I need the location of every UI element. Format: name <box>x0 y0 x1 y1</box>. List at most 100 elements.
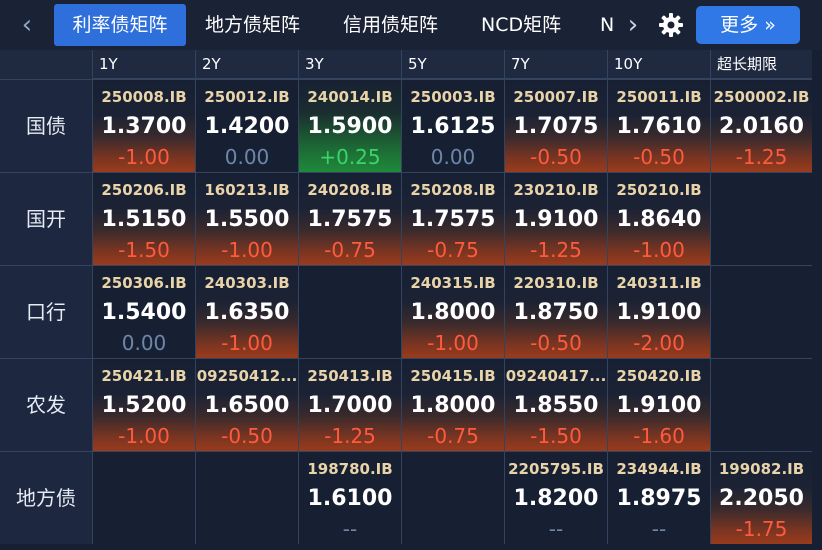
matrix-cell[interactable]: 2500002.IB 2.0160 -1.25 <box>710 79 812 172</box>
bond-yield: 1.7575 <box>410 207 496 232</box>
matrix-cell[interactable]: 250206.IB 1.5150 -1.50 <box>92 172 195 265</box>
bond-yield: 1.5900 <box>307 114 393 139</box>
bond-code: 240014.IB <box>307 88 393 106</box>
tab-label-truncated: N <box>600 14 615 36</box>
column-header: 超长期限 <box>710 50 812 79</box>
yield-change: -1.25 <box>530 238 582 262</box>
bond-yield: 1.8640 <box>616 207 702 232</box>
bond-yield: 2.0160 <box>719 114 804 139</box>
bond-yield: 1.4200 <box>204 114 290 139</box>
bond-yield: 1.6125 <box>410 114 496 139</box>
tab-label: 地方债矩阵 <box>205 14 301 36</box>
empty-matrix-cell <box>298 265 401 358</box>
yield-change: -2.00 <box>633 331 685 355</box>
yield-change: -0.75 <box>427 424 479 448</box>
bond-code: 240311.IB <box>616 274 702 292</box>
column-header: 7Y <box>504 50 607 79</box>
bond-code: 250011.IB <box>616 88 702 106</box>
bond-code: 09250412... <box>196 367 298 385</box>
chevron-left-icon[interactable]: ‹ <box>10 8 44 42</box>
gear-icon[interactable] <box>656 10 686 40</box>
matrix-cell[interactable]: 250421.IB 1.5200 -1.00 <box>92 358 195 451</box>
bond-yield: 1.8000 <box>410 393 496 418</box>
bond-yield: 1.9100 <box>616 393 702 418</box>
bond-code: 250008.IB <box>101 88 187 106</box>
matrix-cell[interactable]: 09240417... 1.8550 -1.50 <box>504 358 607 451</box>
rate-bond-matrix-app: ‹ 利率债矩阵 地方债矩阵 信用债矩阵 NCD矩阵 N › 更多 » 1Y 2Y… <box>0 0 822 550</box>
bond-code: 234944.IB <box>616 460 702 478</box>
bond-yield: 1.6350 <box>204 300 290 325</box>
bond-yield: 1.5400 <box>101 300 187 325</box>
matrix-cell[interactable]: 250210.IB 1.8640 -1.00 <box>607 172 710 265</box>
bond-yield: 1.7575 <box>307 207 393 232</box>
bond-yield: 1.5150 <box>101 207 187 232</box>
bond-code: 230210.IB <box>513 181 599 199</box>
tab-local-bond-matrix[interactable]: 地方债矩阵 <box>205 4 317 46</box>
tab-label: NCD矩阵 <box>481 14 562 36</box>
matrix-cell[interactable]: 240303.IB 1.6350 -1.00 <box>195 265 298 358</box>
empty-matrix-cell <box>710 358 812 451</box>
bond-code: 220310.IB <box>513 274 599 292</box>
matrix-cell[interactable]: 199082.IB 2.2050 -1.75 <box>710 451 812 544</box>
bond-code: 250415.IB <box>410 367 496 385</box>
bond-code: 250012.IB <box>204 88 290 106</box>
more-button[interactable]: 更多 » <box>696 6 800 44</box>
tab-ncd-matrix[interactable]: NCD矩阵 <box>481 4 581 46</box>
matrix-cell[interactable]: 230210.IB 1.9100 -1.25 <box>504 172 607 265</box>
yield-change: -1.75 <box>735 517 788 541</box>
matrix-cell[interactable]: 250007.IB 1.7075 -0.50 <box>504 79 607 172</box>
yield-change: -1.25 <box>324 424 376 448</box>
yield-change: -0.50 <box>633 145 685 169</box>
yield-change: -0.50 <box>530 145 582 169</box>
bond-yield: 2.2050 <box>719 486 804 511</box>
matrix-cell[interactable]: 234944.IB 1.8975 -- <box>607 451 710 544</box>
matrix-corner <box>0 50 92 80</box>
bond-yield: 1.7075 <box>513 114 599 139</box>
matrix-cell[interactable]: 2205795.IB 1.8200 -- <box>504 451 607 544</box>
bond-code: 2205795.IB <box>508 460 604 478</box>
row-label: 农发 <box>0 358 92 451</box>
matrix-cell[interactable]: 240208.IB 1.7575 -0.75 <box>298 172 401 265</box>
top-tab-bar: ‹ 利率债矩阵 地方债矩阵 信用债矩阵 NCD矩阵 N › 更多 » <box>0 0 822 50</box>
row-label: 地方债 <box>0 451 92 544</box>
tab-credit-bond-matrix[interactable]: 信用债矩阵 <box>343 4 455 46</box>
yield-change: 0.00 <box>430 145 476 169</box>
matrix-cell[interactable]: 250008.IB 1.3700 -1.00 <box>92 79 195 172</box>
tab-rate-bond-matrix[interactable]: 利率债矩阵 <box>54 4 186 46</box>
yield-change: -- <box>651 517 667 541</box>
yield-change: -1.00 <box>118 424 170 448</box>
yield-change: -1.00 <box>221 331 273 355</box>
matrix-cell[interactable]: 250011.IB 1.7610 -0.50 <box>607 79 710 172</box>
chevron-right-icon[interactable]: › <box>620 8 646 42</box>
yield-change: -1.50 <box>530 424 582 448</box>
matrix-cell[interactable]: 250413.IB 1.7000 -1.25 <box>298 358 401 451</box>
bond-yield: 1.8750 <box>513 300 599 325</box>
bond-yield: 1.6500 <box>204 393 290 418</box>
tab-label: 信用债矩阵 <box>343 14 439 36</box>
yield-change: 0.00 <box>121 331 167 355</box>
matrix-cell[interactable]: 250415.IB 1.8000 -0.75 <box>401 358 504 451</box>
yield-change: -1.60 <box>633 424 685 448</box>
matrix-cell[interactable]: 250420.IB 1.9100 -1.60 <box>607 358 710 451</box>
matrix-cell[interactable]: 160213.IB 1.5500 -1.00 <box>195 172 298 265</box>
bond-yield: 1.8550 <box>513 393 599 418</box>
matrix-cell[interactable]: 250208.IB 1.7575 -0.75 <box>401 172 504 265</box>
matrix-cell[interactable]: 220310.IB 1.8750 -0.50 <box>504 265 607 358</box>
bond-yield: 1.6100 <box>307 486 393 511</box>
matrix-cell[interactable]: 240311.IB 1.9100 -2.00 <box>607 265 710 358</box>
matrix-cell[interactable]: 240014.IB 1.5900 +0.25 <box>298 79 401 172</box>
bond-yield: 1.8000 <box>410 300 496 325</box>
matrix-cell[interactable]: 198780.IB 1.6100 -- <box>298 451 401 544</box>
bond-code: 250210.IB <box>616 181 702 199</box>
matrix-cell[interactable]: 250306.IB 1.5400 0.00 <box>92 265 195 358</box>
tab-overflow[interactable]: N <box>600 4 616 46</box>
matrix-cell[interactable]: 09250412... 1.6500 -0.50 <box>195 358 298 451</box>
matrix-cell[interactable]: 240315.IB 1.8000 -1.00 <box>401 265 504 358</box>
bond-code: 160213.IB <box>204 181 290 199</box>
yield-change: +0.25 <box>319 145 381 169</box>
matrix-cell[interactable]: 250012.IB 1.4200 0.00 <box>195 79 298 172</box>
bond-code: 250007.IB <box>513 88 599 106</box>
yield-change: -- <box>548 517 564 541</box>
column-header: 3Y <box>298 50 401 79</box>
matrix-cell[interactable]: 250003.IB 1.6125 0.00 <box>401 79 504 172</box>
